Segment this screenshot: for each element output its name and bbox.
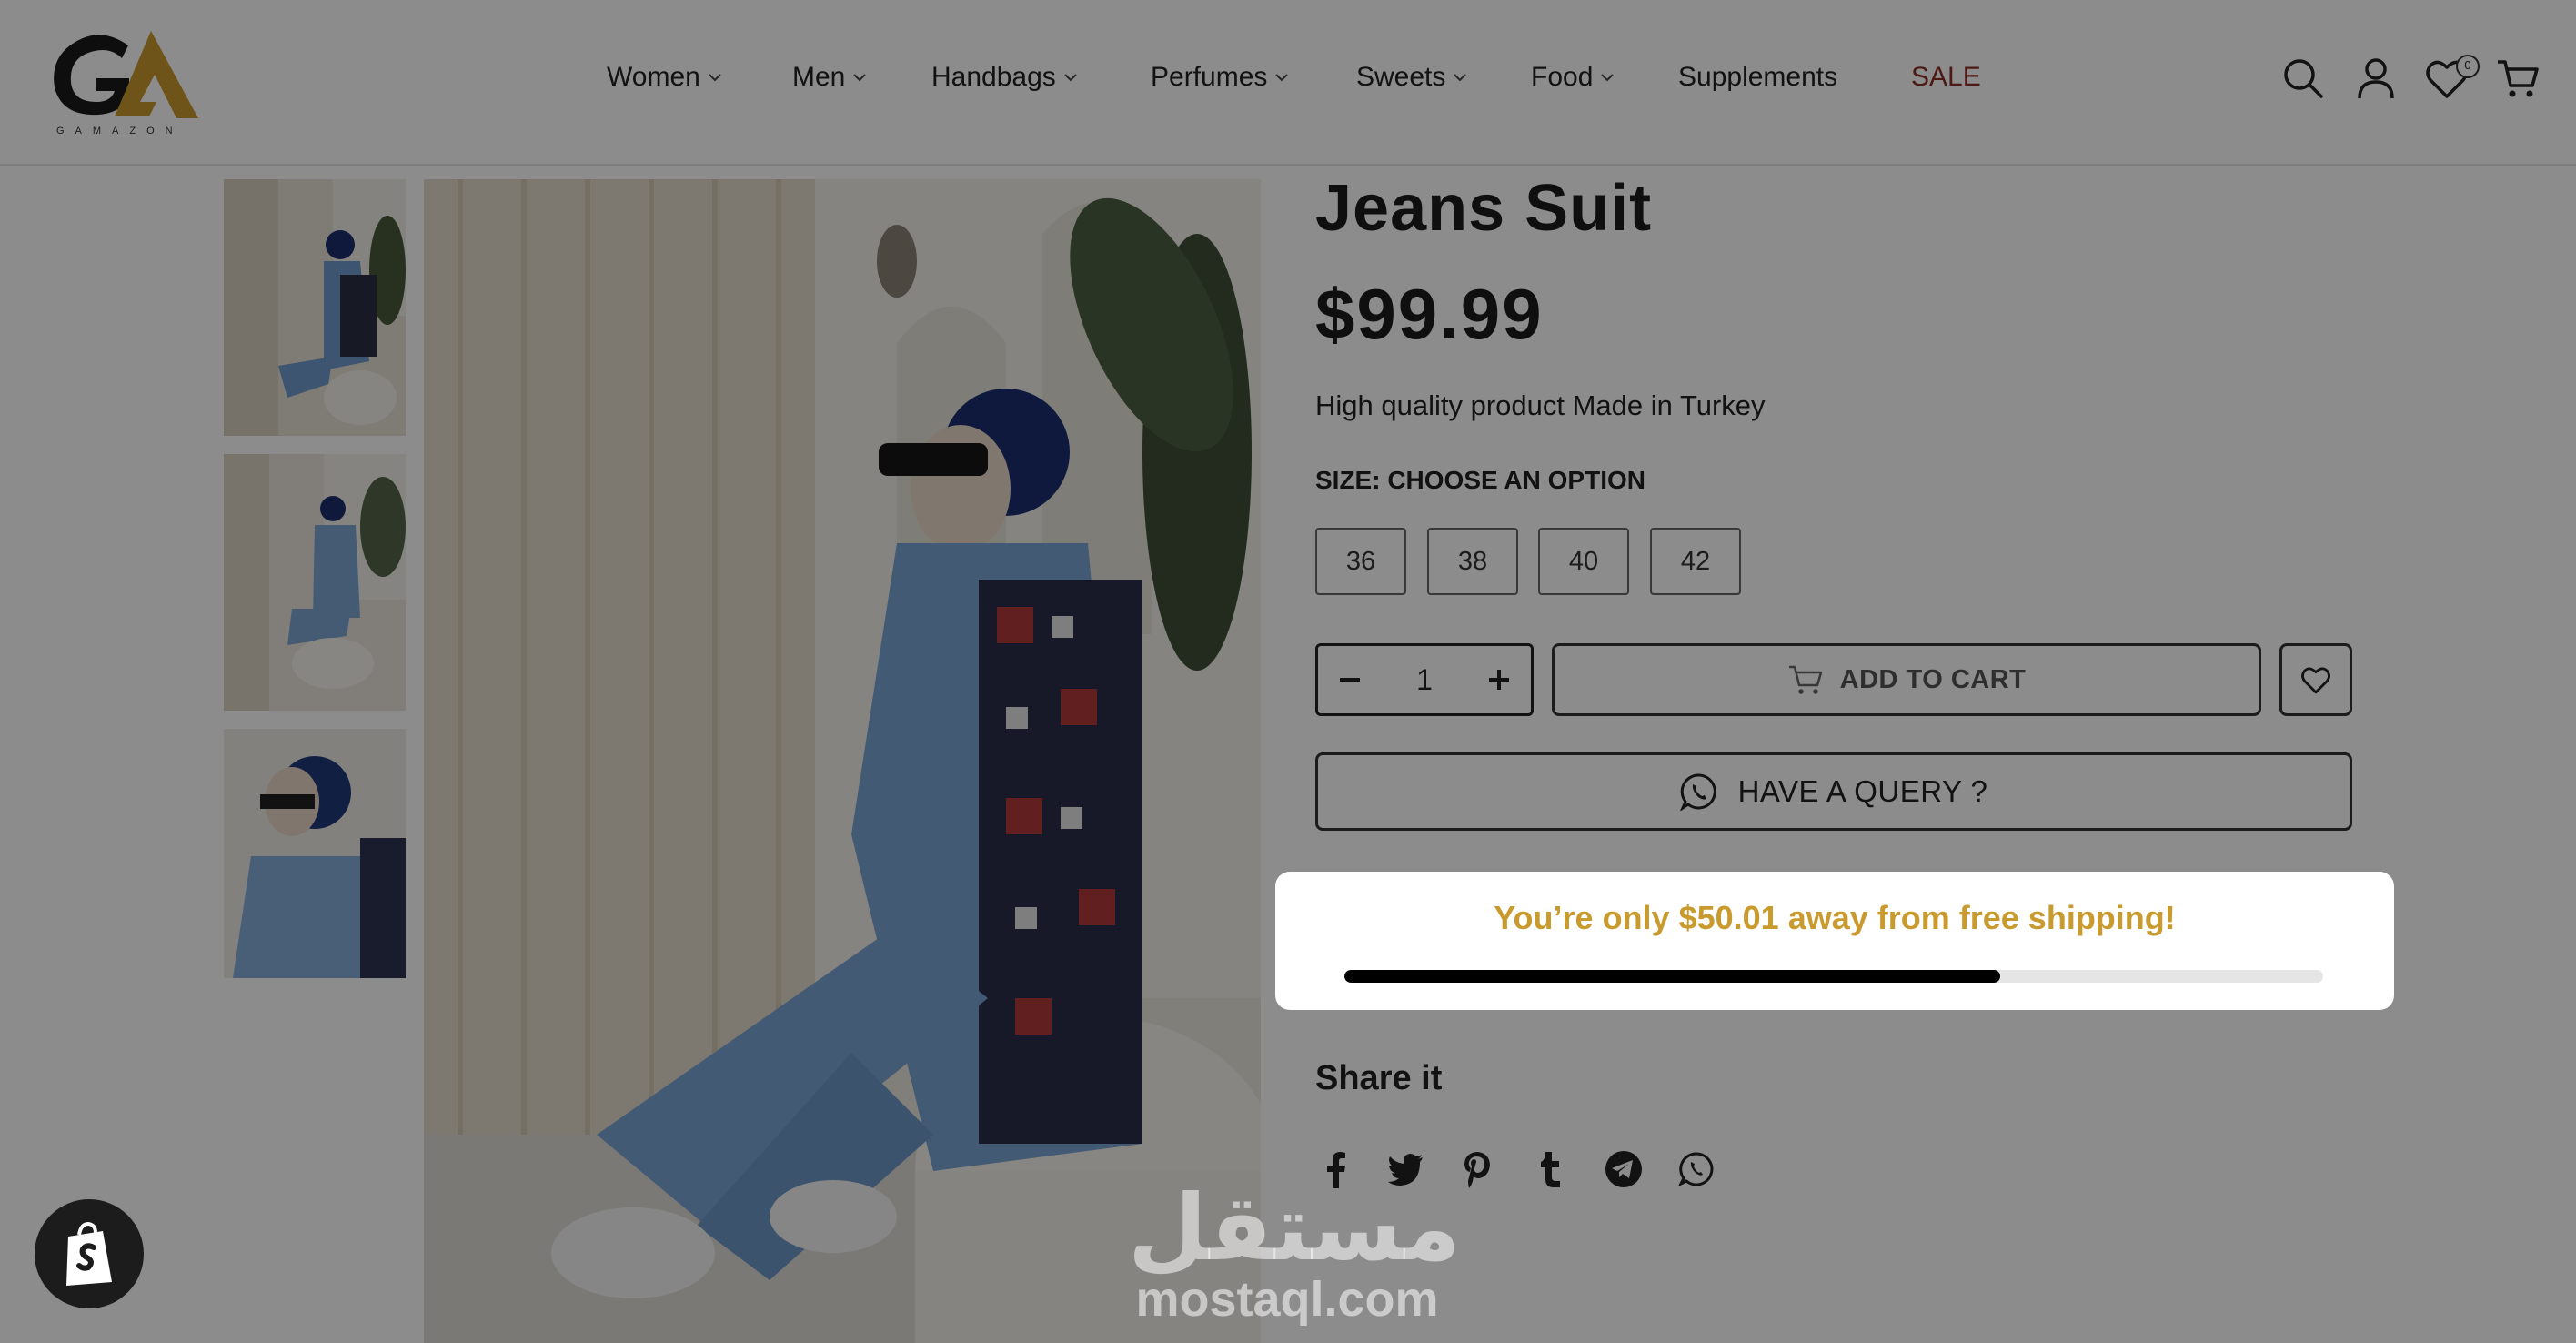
- modal-backdrop[interactable]: [0, 0, 2576, 1343]
- free-shipping-progress-fill: [1344, 970, 2000, 983]
- free-shipping-message: You’re only $50.01 away from free shippi…: [1494, 899, 2176, 936]
- watermark: مستقل mostaql.com: [1128, 1175, 1461, 1327]
- watermark-latin: mostaql.com: [1135, 1272, 1439, 1327]
- free-shipping-progress-track: [1344, 970, 2323, 983]
- free-shipping-popup: You’re only $50.01 away from free shippi…: [1275, 872, 2394, 1010]
- watermark-arabic: مستقل: [1128, 1175, 1461, 1281]
- shopify-bag-icon: [66, 1221, 112, 1286]
- shopify-badge[interactable]: [35, 1199, 144, 1308]
